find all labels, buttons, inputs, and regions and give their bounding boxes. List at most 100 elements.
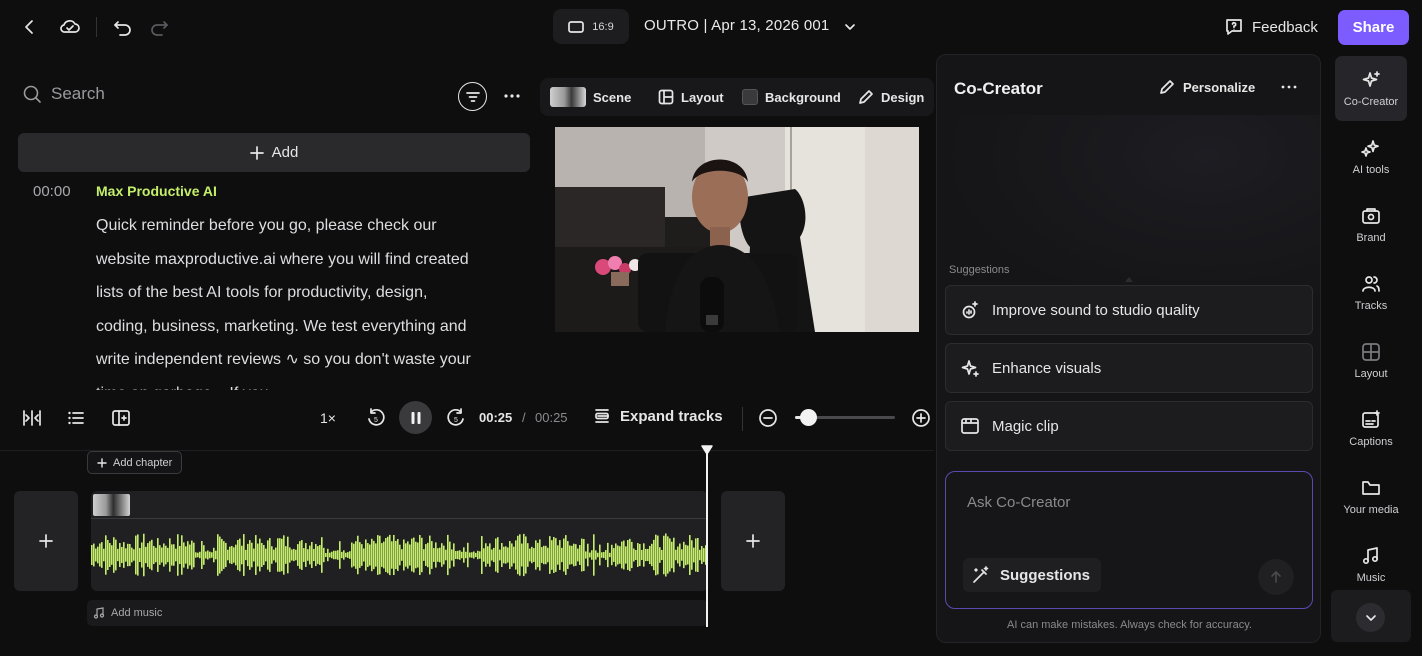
rail-item-your-media[interactable]: Your media: [1335, 464, 1407, 529]
send-button[interactable]: [1258, 559, 1294, 595]
waveform-bar: [209, 551, 211, 559]
layout-button[interactable]: Layout: [658, 78, 724, 116]
chevron-down-icon[interactable]: [1356, 603, 1385, 632]
waveform-bar: [441, 543, 443, 567]
chevron-down-icon[interactable]: [837, 14, 863, 40]
rail-item-music[interactable]: Music: [1335, 532, 1407, 597]
zoom-out-icon[interactable]: [756, 406, 780, 430]
waveform-bar: [457, 550, 459, 560]
speaker-name[interactable]: Max Productive AI: [96, 183, 217, 199]
playhead[interactable]: [706, 450, 708, 627]
waveform-bar: [637, 543, 639, 567]
list-icon[interactable]: [64, 406, 88, 430]
feedback-button[interactable]: Feedback: [1224, 13, 1318, 41]
rail-item-brand[interactable]: Brand: [1335, 192, 1407, 257]
add-music-track[interactable]: Add music: [87, 600, 708, 626]
waveform-bar: [655, 534, 657, 576]
waveform-bar: [555, 538, 557, 572]
waveform-bar: [325, 552, 327, 558]
add-clip-before-button[interactable]: [14, 491, 78, 591]
waveform-bar: [321, 537, 323, 573]
search-bar[interactable]: Search: [22, 84, 105, 104]
waveform-bar: [187, 541, 189, 569]
ask-co-creator-input[interactable]: Ask Co-Creator Suggestions: [945, 471, 1313, 609]
more-options-icon[interactable]: [1277, 75, 1301, 99]
waveform-bar: [573, 543, 575, 567]
waveform-bar: [669, 538, 671, 572]
rail-item-ai-tools[interactable]: AI tools: [1335, 124, 1407, 189]
forward-5-icon[interactable]: 5: [444, 406, 468, 430]
background-swatch: [742, 89, 758, 105]
back-icon[interactable]: [17, 14, 43, 40]
waveform-bar: [315, 543, 317, 567]
pause-button[interactable]: [399, 401, 432, 434]
waveform-bar: [217, 534, 219, 576]
rail-item-tracks[interactable]: Tracks: [1335, 260, 1407, 325]
project-title[interactable]: OUTRO | Apr 13, 2026 001: [644, 17, 829, 34]
waveform-bar: [417, 542, 419, 568]
suggestion-improve-sound[interactable]: Improve sound to studio quality: [945, 285, 1313, 335]
brand-icon: [1361, 206, 1381, 226]
layout-icon: [1361, 342, 1381, 362]
add-clip-after-button[interactable]: [721, 491, 785, 591]
personalize-button[interactable]: Personalize: [1159, 79, 1255, 95]
zoom-in-icon[interactable]: [909, 406, 933, 430]
waveform-bar: [357, 535, 359, 575]
aspect-ratio-button[interactable]: 16:9: [553, 9, 629, 44]
suggestions-heading: Suggestions: [949, 264, 1010, 276]
waveform-bar: [219, 536, 221, 574]
more-options-icon[interactable]: [500, 84, 524, 108]
waveform-bar: [305, 543, 307, 567]
add-scene-button[interactable]: Add: [18, 133, 530, 172]
expand-tracks-button[interactable]: Expand tracks: [593, 407, 723, 425]
filter-icon[interactable]: [458, 82, 487, 111]
design-button[interactable]: Design: [858, 78, 924, 116]
waveform-bar: [677, 546, 679, 564]
waveform-bar: [553, 537, 555, 573]
waveform-bar: [97, 546, 99, 564]
playback-speed[interactable]: 1×: [320, 406, 336, 430]
waveform-bar: [403, 539, 405, 571]
waveform-bar: [565, 535, 567, 575]
undo-icon[interactable]: [110, 14, 136, 40]
rail-item-captions[interactable]: Captions: [1335, 396, 1407, 461]
waveform-bar: [247, 543, 249, 567]
share-button[interactable]: Share: [1338, 10, 1409, 45]
scene-button[interactable]: Scene: [550, 78, 631, 116]
rail-item-layout[interactable]: Layout: [1335, 328, 1407, 393]
waveform-bar: [295, 549, 297, 561]
waveform-bar: [541, 547, 543, 563]
waveform-bar: [319, 545, 321, 565]
split-icon[interactable]: [20, 406, 44, 430]
zoom-slider-handle[interactable]: [800, 409, 817, 426]
search-input[interactable]: Search: [51, 84, 105, 104]
waveform-bar: [213, 547, 215, 563]
script-text[interactable]: Quick reminder before you go, please che…: [96, 209, 471, 390]
waveform-bar: [215, 550, 217, 560]
waveform-bar: [109, 543, 111, 567]
suggestion-magic-clip[interactable]: Magic clip: [945, 401, 1313, 451]
redo-icon[interactable]: [146, 14, 172, 40]
panel-toggle-icon[interactable]: [109, 406, 133, 430]
cloud-save-icon[interactable]: [57, 14, 83, 40]
waveform-bar: [251, 542, 253, 568]
waveform-bar: [113, 537, 115, 573]
feedback-label: Feedback: [1252, 18, 1318, 36]
add-chapter-button[interactable]: Add chapter: [87, 451, 183, 474]
waveform-bar: [301, 540, 303, 570]
clip-thumbnail: [93, 494, 130, 516]
suggestion-enhance-visuals[interactable]: Enhance visuals: [945, 343, 1313, 393]
waveform-bar: [699, 549, 701, 561]
waveform-bar: [431, 541, 433, 569]
background-button[interactable]: Background: [742, 78, 841, 116]
waveform-bar: [395, 540, 397, 570]
video-preview[interactable]: [555, 127, 919, 332]
waveform-bar: [619, 546, 621, 564]
video-clip[interactable]: [91, 491, 708, 591]
rewind-5-icon[interactable]: 5: [364, 406, 388, 430]
suggestions-button[interactable]: Suggestions: [963, 558, 1102, 592]
playhead-handle[interactable]: [700, 444, 714, 458]
waveform-bar: [289, 547, 291, 563]
rail-item-co-creator[interactable]: Co-Creator: [1335, 56, 1407, 121]
waveform-bar: [331, 551, 333, 559]
